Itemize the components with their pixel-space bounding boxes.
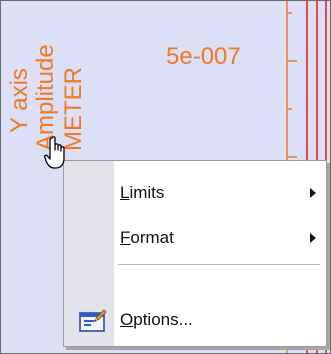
submenu-arrow-icon (310, 233, 316, 243)
menu-item-format[interactable]: Format (64, 218, 326, 258)
menu-item-options[interactable]: Options... (64, 300, 326, 340)
y-axis-quantity[interactable]: Amplitude (32, 44, 59, 151)
menu-item-label: Format (120, 228, 174, 247)
submenu-arrow-icon (310, 188, 316, 198)
context-menu: Limits Format Options... (63, 160, 327, 347)
menu-item-label: Options... (120, 310, 193, 329)
y-axis-tick-label: 5e-007 (166, 43, 241, 70)
menu-item-limits[interactable]: Limits (64, 173, 326, 213)
menu-item-label: Limits (120, 183, 165, 202)
hand-pointer-icon (44, 136, 65, 169)
menu-separator (118, 264, 320, 265)
options-icon (79, 309, 107, 332)
graph-panel: Y axis Amplitude METER 5e-007 Limits For… (0, 0, 331, 354)
y-axis-title: Y axis (6, 68, 33, 133)
